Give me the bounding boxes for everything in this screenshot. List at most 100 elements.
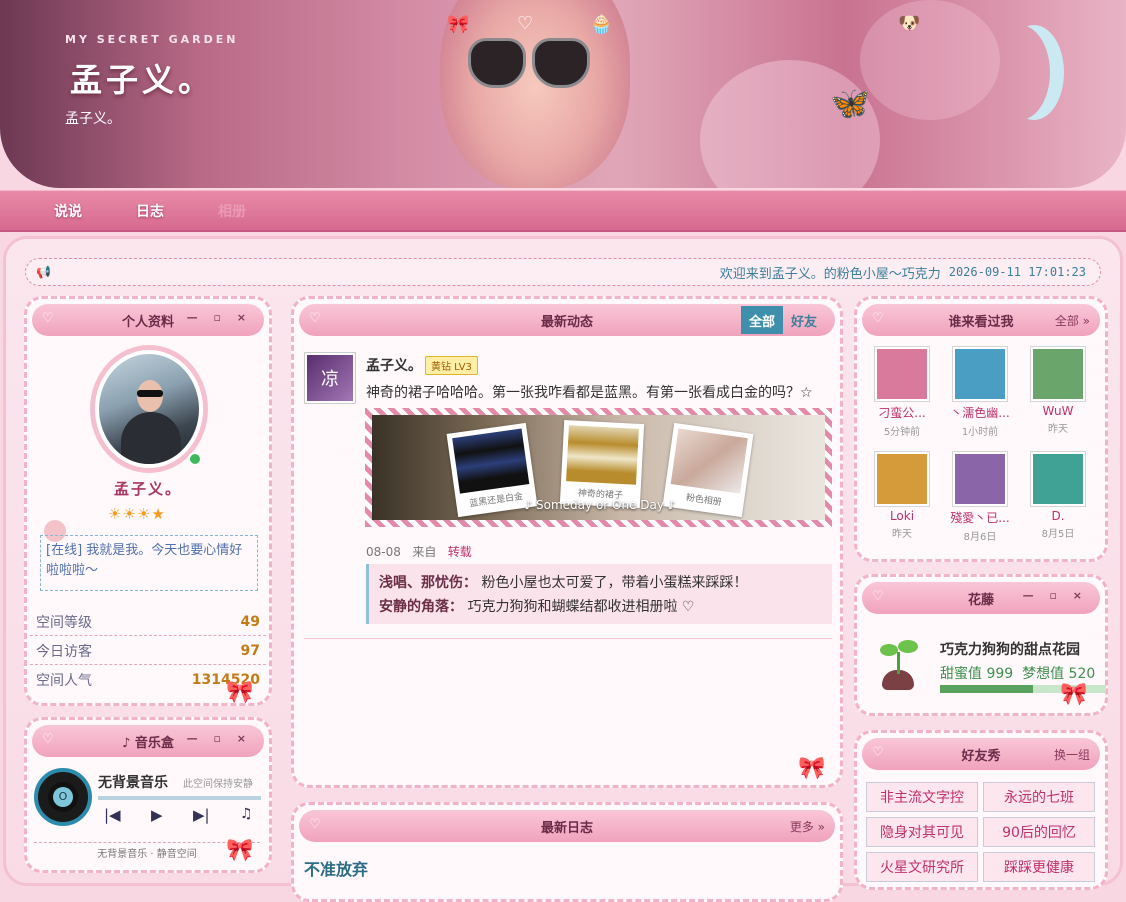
heart-icon: ♡ — [42, 732, 54, 747]
visitor-avatar[interactable] — [952, 346, 1008, 402]
butterfly-icon: 🦋 — [830, 84, 870, 122]
track-progress[interactable] — [98, 796, 261, 800]
garden-name: 巧克力狗狗的甜点花园 — [940, 642, 1080, 658]
visitor-time: 昨天 — [892, 529, 912, 540]
post-source: 来自 — [412, 545, 437, 559]
blog-panel: ♡ 最新日志 更多 » — [291, 802, 843, 902]
visitor-item[interactable]: 刁蛮公... 5分钟前 — [872, 346, 932, 438]
visitor-avatar[interactable] — [952, 451, 1008, 507]
blog-entry-title[interactable]: 不准放弃 — [304, 856, 368, 880]
divider — [304, 638, 832, 639]
visitor-name[interactable]: 刁蛮公... — [872, 404, 932, 421]
heart-icon: ♡ — [309, 311, 321, 326]
repost-link[interactable]: 转载 — [448, 545, 472, 559]
track-note: 此空间保持安静 — [183, 779, 253, 790]
level-stars-icon: ☀☀☀★ — [108, 505, 166, 523]
header-banner: MY SECRET GARDEN 孟子义。 孟子义。 🎀 ♡ 🧁 🐶 🦋 — [0, 0, 1126, 188]
panel-title: 最新动态 — [540, 314, 593, 330]
visitor-item[interactable]: D. 8月5日 — [1028, 451, 1088, 540]
stat-visitors: 今日访客 97 — [30, 637, 266, 665]
nav-album[interactable]: 相册 — [218, 201, 246, 221]
moon-icon — [990, 25, 1050, 120]
friend-tag[interactable]: 踩踩更健康 — [983, 852, 1095, 882]
panel-controls[interactable]: — ▫ × — [187, 311, 252, 324]
friend-tag[interactable]: 火星文研究所 — [866, 852, 978, 882]
visitor-name[interactable]: 殘愛丶已... — [950, 509, 1010, 526]
bow-icon: 🎀 — [226, 838, 254, 863]
visitor-item[interactable]: 丶濡色幽... 1小时前 — [950, 346, 1010, 438]
visitor-item[interactable]: 殘愛丶已... 8月6日 — [950, 451, 1010, 543]
stat-level: 空间等级 49 — [30, 608, 266, 636]
more-link[interactable]: 全部 » — [1055, 312, 1090, 329]
banner-owner: 孟子义。 — [65, 111, 121, 127]
post-date: 08-08 — [366, 545, 401, 559]
play-icon[interactable]: ▶ — [151, 806, 163, 824]
post-meta: 08-08 来自 转载 — [366, 543, 472, 560]
panel-title: ♪ 音乐盒 — [122, 735, 174, 751]
heart-icon: ♡ — [42, 311, 54, 326]
record-disc-icon: O — [34, 768, 92, 826]
visitor-time: 1小时前 — [961, 427, 999, 438]
track-title: 无背景音乐 — [98, 775, 168, 791]
panel-title: 谁来看过我 — [948, 314, 1014, 330]
visitor-name[interactable]: 丶濡色幽... — [950, 404, 1010, 421]
welcome-ticker: 📢 欢迎来到孟子义。的粉色小屋～巧克力 2026-09-11 17:01:23 — [25, 258, 1101, 286]
profile-name: 孟子义。 — [113, 480, 182, 498]
tab-friends[interactable]: 好友 — [783, 306, 825, 334]
comments-box: 浅唱、那忧伤： 粉色小屋也太可爱了，带着小蛋糕来踩踩！ 安静的角落： 巧克力狗狗… — [366, 564, 832, 624]
avatar[interactable] — [95, 350, 203, 468]
visitor-time: 昨天 — [1048, 424, 1068, 435]
panel-title: 好友秀 — [961, 748, 1001, 764]
friend-tag[interactable]: 永远的七班 — [983, 782, 1095, 812]
refresh-link[interactable]: 换一组 — [1054, 746, 1090, 763]
visitor-item[interactable]: WuW 昨天 — [1028, 346, 1088, 435]
puppy-icon: 🐶 — [898, 13, 921, 34]
banner-subtitle: MY SECRET GARDEN — [65, 33, 239, 46]
visitor-time: 5分钟前 — [883, 427, 921, 438]
ticker-time: 2026-09-11 17:01:23 — [948, 265, 1086, 279]
panel-title: 个人资料 — [121, 314, 174, 330]
comment: 安静的角落： 巧克力狗狗和蝴蝶结都收进相册啦 ♡ — [379, 599, 695, 615]
panel-controls[interactable]: — ▫ × — [187, 732, 252, 745]
bow-icon: 🎀 — [447, 14, 470, 35]
visitor-avatar[interactable] — [1030, 451, 1086, 507]
visitor-avatar[interactable] — [874, 451, 930, 507]
visitor-avatar[interactable] — [1030, 346, 1086, 402]
visitor-avatar[interactable] — [874, 346, 930, 402]
photo-gold-dress[interactable]: 神奇的裙子 — [559, 419, 645, 509]
music-note-icon[interactable]: ♫ — [240, 806, 253, 822]
post-author[interactable]: 孟子义。 — [366, 355, 422, 375]
visitor-time: 8月6日 — [963, 532, 997, 543]
sprout-icon — [876, 640, 922, 690]
main-nav: 说说 日志 相册 — [0, 190, 1126, 232]
comment: 浅唱、那忧伤： 粉色小屋也太可爱了，带着小蛋糕来踩踩！ — [379, 575, 748, 591]
bow-icon: 🎀 — [1060, 682, 1088, 707]
status-message: [在线] 我就是我。今天也要心情好啦啦啦～ — [40, 535, 258, 591]
heart-icon: ♡ — [872, 589, 884, 604]
photo-overlay-text: ♪ Someday or One Day ♪ — [524, 498, 676, 512]
nav-blog[interactable]: 日志 — [136, 201, 164, 221]
next-icon[interactable]: ▶| — [193, 806, 210, 824]
more-link[interactable]: 更多 » — [790, 818, 825, 835]
visitor-time: 8月5日 — [1041, 529, 1075, 540]
panel-title: 花藤 — [967, 592, 994, 608]
heart-icon: ♡ — [872, 745, 884, 760]
tab-all[interactable]: 全部 — [740, 306, 783, 334]
nav-shuoshuo[interactable]: 说说 — [54, 201, 82, 221]
friend-tag[interactable]: 90后的回忆 — [983, 817, 1095, 847]
visitor-name[interactable]: D. — [1028, 509, 1088, 523]
visitor-name[interactable]: Loki — [872, 509, 932, 523]
heart-icon: ♡ — [872, 311, 884, 326]
panel-title: 最新日志 — [540, 820, 593, 836]
user-avatar[interactable]: 凉 — [304, 352, 356, 404]
friend-tag[interactable]: 隐身对其可见 — [866, 817, 978, 847]
visitor-name[interactable]: WuW — [1028, 404, 1088, 418]
post-text: 神奇的裙子哈哈哈。第一张我咋看都是蓝黑。有第一张看成白金的吗？☆ — [366, 385, 813, 401]
speaker-icon: 📢 — [36, 265, 51, 279]
bow-icon: 🎀 — [798, 756, 826, 781]
visitor-item[interactable]: Loki 昨天 — [872, 451, 932, 540]
friend-tag[interactable]: 非主流文字控 — [866, 782, 978, 812]
panel-controls[interactable]: — ▫ × — [1023, 589, 1088, 602]
prev-icon[interactable]: |◀ — [104, 806, 121, 824]
ticker-text: 欢迎来到孟子义。的粉色小屋～巧克力 — [719, 266, 941, 282]
